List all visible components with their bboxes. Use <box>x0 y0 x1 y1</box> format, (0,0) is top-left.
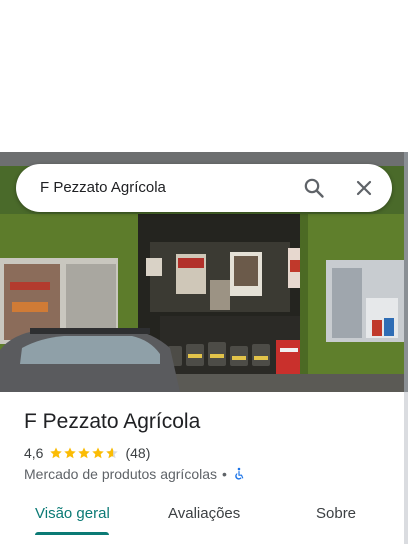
scrollbar-thumb[interactable] <box>404 152 408 392</box>
separator-dot: • <box>222 466 227 482</box>
tab-about[interactable]: Sobre <box>316 505 356 522</box>
star-rating <box>49 446 119 460</box>
place-panel: F Pezzato Agrícola F Pezzato Agrícola 4,… <box>0 0 408 544</box>
half-star-icon <box>106 447 119 459</box>
star-icon <box>50 447 63 459</box>
star-icon <box>64 447 77 459</box>
place-category[interactable]: Mercado de produtos agrícolas <box>24 466 217 482</box>
place-tabs: Visão geral Avaliações Sobre <box>0 496 404 536</box>
rating-value: 4,6 <box>24 445 44 461</box>
active-tab-indicator <box>35 532 109 535</box>
place-title: F Pezzato Agrícola <box>24 410 201 433</box>
search-bar[interactable]: F Pezzato Agrícola <box>16 164 392 212</box>
close-icon[interactable] <box>352 176 376 200</box>
star-icon <box>78 447 91 459</box>
rating-row[interactable]: 4,6 (48) <box>24 444 150 462</box>
search-input[interactable]: F Pezzato Agrícola <box>40 179 166 196</box>
star-icon <box>92 447 105 459</box>
search-icon[interactable] <box>302 176 326 200</box>
category-row: Mercado de produtos agrícolas • <box>24 465 246 483</box>
tab-overview[interactable]: Visão geral <box>35 505 110 522</box>
review-count[interactable]: (48) <box>125 445 150 461</box>
wheelchair-icon <box>235 467 244 480</box>
tab-reviews[interactable]: Avaliações <box>168 505 240 522</box>
scrollbar[interactable] <box>404 152 408 544</box>
